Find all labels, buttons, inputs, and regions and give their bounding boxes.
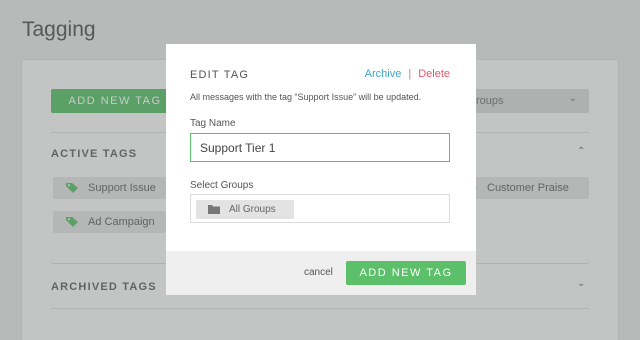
cancel-button[interactable]: cancel (304, 267, 333, 278)
modal-title: EDIT TAG (190, 69, 250, 81)
add-new-tag-submit-button[interactable]: ADD NEW TAG (346, 261, 466, 285)
edit-tag-modal: EDIT TAG Archive | Delete All messages w… (166, 44, 476, 295)
tag-name-label: Tag Name (190, 118, 236, 129)
modal-description: All messages with the tag “Support Issue… (190, 92, 422, 102)
modal-footer: cancel ADD NEW TAG (166, 251, 476, 295)
modal-actions: Archive | Delete (365, 68, 450, 80)
group-chip-all-groups[interactable]: All Groups (196, 200, 294, 219)
delete-link[interactable]: Delete (418, 68, 450, 80)
action-separator: | (408, 68, 412, 80)
folder-icon (208, 205, 220, 214)
archive-link[interactable]: Archive (365, 68, 402, 80)
groups-input[interactable]: All Groups (190, 194, 450, 223)
select-groups-label: Select Groups (190, 180, 254, 191)
tag-name-input[interactable] (190, 133, 450, 162)
group-chip-label: All Groups (229, 204, 276, 215)
